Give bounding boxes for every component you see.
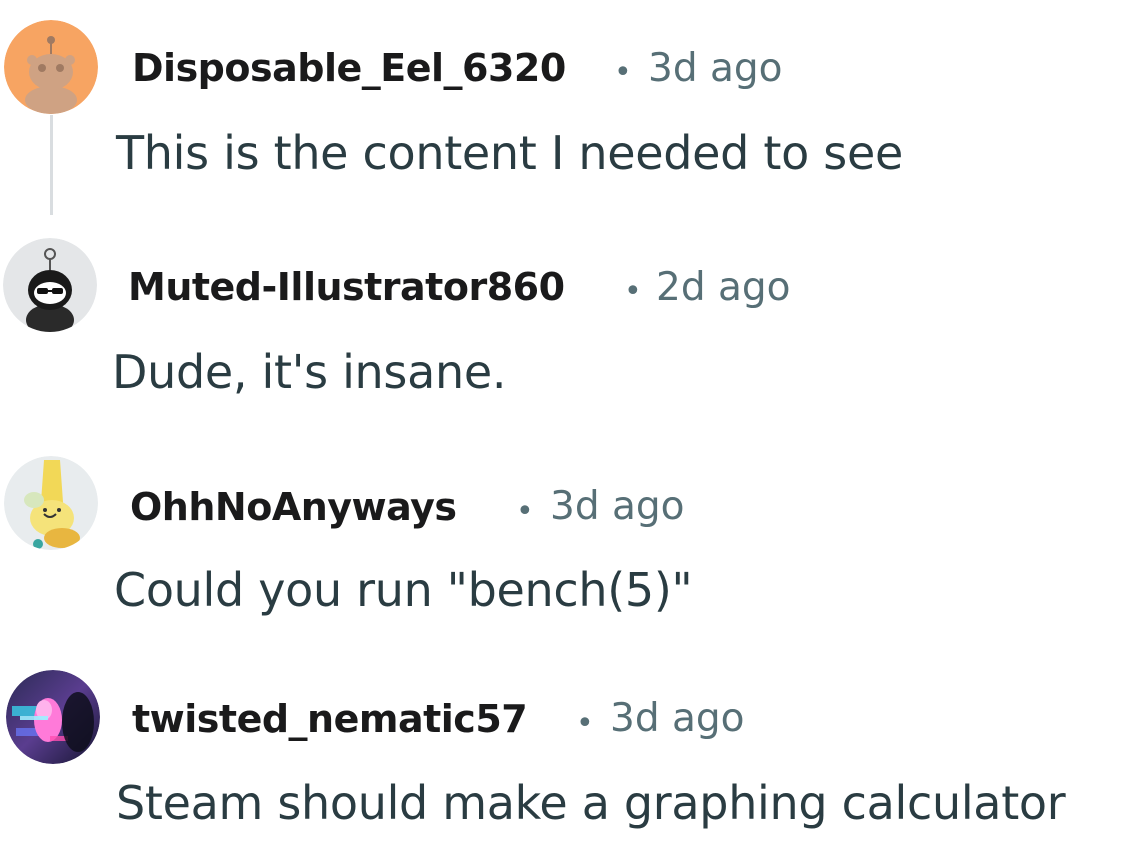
comment-body: This is the content I needed to see (116, 126, 903, 180)
snoo-avatar-banana-icon[interactable] (4, 456, 98, 550)
timestamp[interactable]: 3d ago (610, 696, 744, 741)
comment: OhhNoAnyways • 3d ago Could you run "ben… (0, 448, 1131, 648)
separator-dot: • (614, 55, 632, 90)
timestamp[interactable]: 3d ago (648, 46, 782, 91)
comment-body: Dude, it's insane. (112, 345, 507, 399)
timestamp[interactable]: 3d ago (550, 484, 684, 529)
username[interactable]: Disposable_Eel_6320 (132, 46, 566, 90)
username[interactable]: Muted-Illustrator860 (128, 265, 565, 309)
separator-dot: • (576, 706, 594, 741)
username[interactable]: OhhNoAnyways (130, 485, 457, 529)
separator-dot: • (624, 274, 642, 309)
comment-thread: Disposable_Eel_6320 • 3d ago This is the… (0, 0, 1131, 858)
comment-body: Could you run "bench(5)" (114, 563, 693, 617)
snoo-avatar-orange-icon[interactable] (4, 20, 98, 114)
comment-body: Steam should make a graphing calculator (116, 776, 1066, 830)
snoo-avatar-sunglasses-icon[interactable] (3, 238, 97, 332)
timestamp[interactable]: 2d ago (656, 265, 790, 310)
comment: Disposable_Eel_6320 • 3d ago This is the… (0, 0, 1131, 215)
separator-dot: • (516, 494, 534, 529)
username[interactable]: twisted_nematic57 (132, 697, 528, 741)
snoo-avatar-glitch-icon[interactable] (6, 670, 100, 764)
comment: twisted_nematic57 • 3d ago Steam should … (0, 664, 1131, 858)
comment: Muted-Illustrator860 • 2d ago Dude, it's… (0, 230, 1131, 430)
